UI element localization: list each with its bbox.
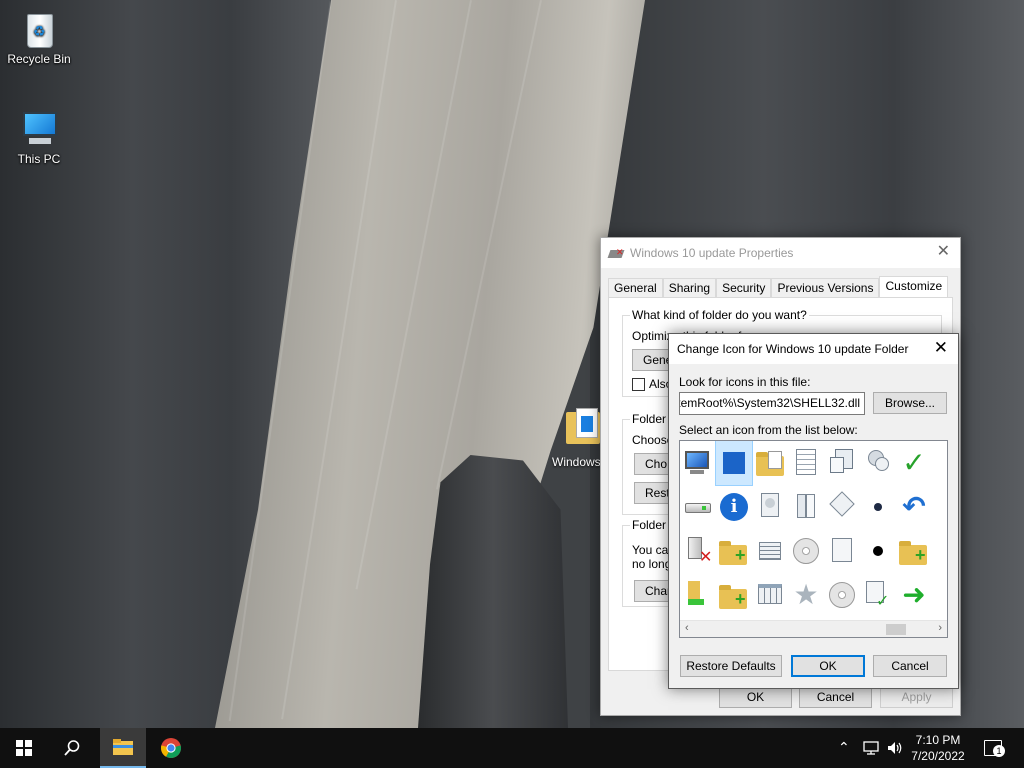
file-explorer-icon — [113, 739, 133, 755]
info-icon[interactable]: i — [716, 485, 752, 529]
taskbar: ⌃ 7:10 PM 7/20/2022 1 — [0, 728, 1024, 768]
change-icon-title: Change Icon for Windows 10 update Folder — [677, 342, 909, 356]
desktop-icon-this-pc[interactable]: This PC — [1, 110, 77, 166]
change-icon-close-icon[interactable]: ✕ — [934, 339, 948, 357]
folder-add-icon-2[interactable]: + — [896, 529, 932, 573]
folder-icons-text-1: You car — [632, 543, 673, 557]
removable-drive-icon[interactable] — [680, 485, 716, 529]
icon-list[interactable]: ✓ i ↶ ✕ + + + ★ ✓ ➜ ‹ › — [679, 440, 948, 638]
restore-defaults-button[interactable]: Restore Defaults — [680, 655, 782, 677]
properties-ok-button[interactable]: OK — [719, 687, 792, 708]
doc-partial-icon[interactable] — [932, 485, 947, 529]
folder-add-icon-3[interactable]: + — [716, 573, 752, 617]
tag-icon[interactable] — [824, 485, 860, 529]
icon-grid: ✓ i ↶ ✕ + + + ★ ✓ ➜ — [680, 441, 947, 617]
windows-logo-icon — [16, 740, 32, 756]
folder-share-icon — [609, 247, 625, 259]
window-stack-icon[interactable] — [824, 441, 860, 485]
change-icon-ok-button[interactable]: OK — [791, 655, 865, 677]
black-dot-icon[interactable] — [860, 529, 896, 573]
taskbar-file-explorer[interactable] — [100, 728, 146, 768]
computer-icon — [19, 110, 59, 150]
tab-sharing[interactable]: Sharing — [662, 278, 717, 298]
recycle-bin-icon: ♻ — [21, 8, 57, 50]
tab-general[interactable]: General — [608, 278, 663, 298]
start-button[interactable] — [0, 728, 48, 768]
small-dot-icon[interactable] — [860, 485, 896, 529]
scroll-right-icon[interactable]: › — [938, 622, 942, 634]
scroll-left-icon[interactable]: ‹ — [685, 622, 689, 634]
properties-cancel-button[interactable]: Cancel — [799, 687, 872, 708]
green-check-icon[interactable]: ✓ — [896, 441, 932, 485]
folder-partial-icon[interactable] — [932, 441, 947, 485]
desktop-icon-recycle-bin[interactable]: ♻ Recycle Bin — [1, 8, 77, 66]
grid-window-icon[interactable] — [752, 573, 788, 617]
properties-title: Windows 10 update Properties — [630, 246, 794, 260]
properties-tabs: General Sharing Security Previous Versio… — [608, 276, 949, 298]
undo-arrow-icon[interactable]: ↶ — [896, 485, 932, 529]
tab-security[interactable]: Security — [716, 278, 772, 298]
folder-tree-icon[interactable] — [752, 441, 788, 485]
search-button[interactable] — [48, 728, 96, 768]
clock-date: 7/20/2022 — [911, 749, 965, 763]
change-icon-titlebar[interactable]: Change Icon for Windows 10 update Folder — [669, 334, 958, 364]
scroll-thumb[interactable] — [886, 624, 906, 635]
properties-close-icon[interactable]: ✕ — [937, 244, 950, 260]
dvd-disc-icon[interactable] — [824, 573, 860, 617]
look-for-label: Look for icons in this file: — [679, 375, 811, 389]
also-apply-checkbox[interactable] — [632, 378, 645, 391]
blank-page-icon[interactable] — [824, 529, 860, 573]
notification-badge: 1 — [993, 745, 1005, 757]
chrome-icon — [160, 738, 182, 759]
icon-file-path-input[interactable]: %SystemRoot%\System32\SHELL32.dll — [679, 392, 865, 415]
folder-add-icon[interactable]: + — [716, 529, 752, 573]
network-icon[interactable] — [862, 740, 880, 756]
green-check-partial-icon[interactable]: ✓ — [932, 529, 947, 573]
computer-monitor-icon[interactable] — [680, 441, 716, 485]
properties-apply-button[interactable]: Apply — [880, 687, 953, 708]
change-icon-dialog: Change Icon for Windows 10 update Folder… — [668, 333, 959, 689]
icon-file-path-value: %SystemRoot%\System32\SHELL32.dll — [679, 396, 860, 410]
folder-type-title: What kind of folder do you want? — [630, 308, 809, 322]
volume-icon[interactable] — [886, 740, 904, 756]
user-pages-icon[interactable] — [752, 485, 788, 529]
folder-icon[interactable] — [566, 406, 602, 446]
change-icon-cancel-button[interactable]: Cancel — [873, 655, 947, 677]
folder-user-icon[interactable] — [680, 573, 716, 617]
select-icon-label: Select an icon from the list below: — [679, 423, 858, 437]
list-box-icon[interactable] — [752, 529, 788, 573]
wallpaper-rock-spire — [418, 455, 568, 728]
notifications-icon[interactable]: 1 — [984, 740, 1005, 757]
clock-time: 7:10 PM — [915, 733, 961, 747]
tab-previous-versions[interactable]: Previous Versions — [771, 278, 880, 298]
chevron-up-icon[interactable]: ⌃ — [838, 739, 850, 756]
clock[interactable]: 7:10 PM 7/20/2022 — [906, 732, 970, 764]
recycle-bin-label: Recycle Bin — [7, 52, 71, 66]
tab-customize[interactable]: Customize — [879, 276, 949, 298]
user-group-icon[interactable] — [860, 441, 896, 485]
browse-button[interactable]: Browse... — [873, 392, 947, 414]
green-check-partial-icon-2[interactable]: ✓ — [932, 573, 947, 617]
doc-check-icon[interactable]: ✓ — [860, 573, 896, 617]
taskbar-chrome[interactable] — [148, 728, 194, 768]
drive-delete-icon[interactable]: ✕ — [680, 529, 716, 573]
icon-list-scrollbar[interactable]: ‹ › — [680, 620, 947, 637]
optimize-select[interactable]: Genera — [632, 349, 672, 371]
green-arrow-right-icon[interactable]: ➜ — [896, 573, 932, 617]
properties-titlebar[interactable]: Windows 10 update Properties — [601, 238, 960, 268]
star-icon[interactable]: ★ — [788, 573, 824, 617]
document-lines-icon[interactable] — [788, 441, 824, 485]
windows-tile-icon[interactable] — [715, 441, 753, 486]
cd-disc-icon[interactable] — [788, 529, 824, 573]
search-icon — [64, 740, 80, 756]
this-pc-label: This PC — [17, 152, 61, 166]
panel-doc-icon[interactable] — [788, 485, 824, 529]
